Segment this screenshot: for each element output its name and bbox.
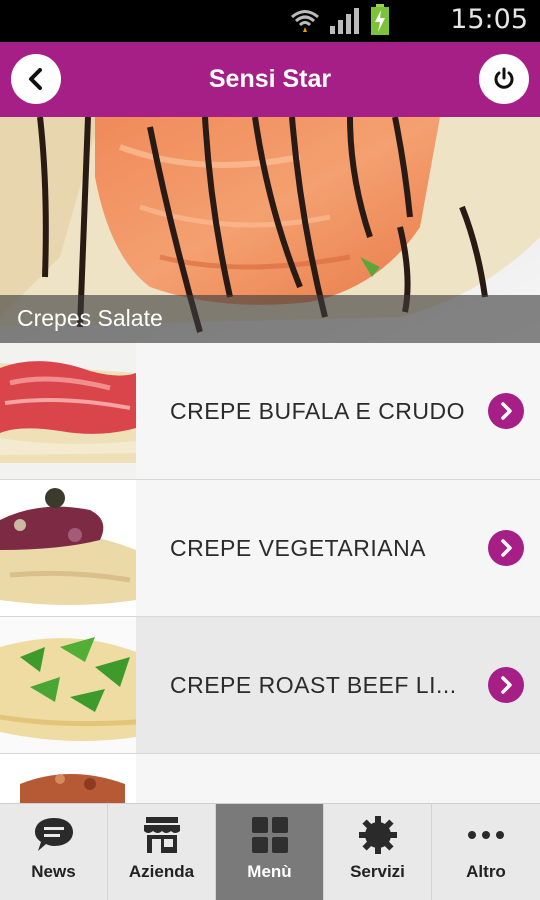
tab-menu[interactable]: Menù [216, 804, 324, 900]
list-item[interactable]: CREPE BUFALA E CRUDO [0, 343, 540, 480]
status-icons [290, 4, 390, 36]
item-title [170, 754, 475, 803]
tab-news[interactable]: News [0, 804, 108, 900]
grid-icon [251, 817, 288, 853]
list-item[interactable]: CREPE ROAST BEEF LI... [0, 617, 540, 754]
power-button[interactable] [479, 54, 529, 104]
store-icon [143, 817, 180, 853]
list-item[interactable] [0, 754, 540, 803]
clock: 15:05 [450, 4, 528, 35]
power-icon [494, 67, 514, 89]
item-title: CREPE ROAST BEEF LI... [170, 672, 457, 698]
tab-label: News [31, 862, 76, 881]
back-button[interactable] [11, 54, 61, 104]
tab-azienda[interactable]: Azienda [108, 804, 216, 900]
tab-label: Azienda [128, 862, 195, 881]
item-title: CREPE BUFALA E CRUDO [170, 398, 466, 424]
chevron-left-icon [29, 68, 42, 90]
menu-list: CREPE BUFALA E CRUDO CREPE VEGETARIANA C… [0, 343, 540, 803]
chat-bubble-icon [34, 818, 73, 851]
status-bar: 15:05 [0, 0, 540, 42]
crepe-roast-beef-thumbnail [0, 617, 136, 753]
category-title: Crepes Salate [17, 305, 163, 331]
chevron-right-icon[interactable] [488, 530, 524, 566]
tab-altro[interactable]: Altro [432, 804, 540, 900]
bottom-tab-bar: News Azienda Menù Servizi Altro [0, 803, 540, 900]
crepe-vegetariana-thumbnail [0, 480, 136, 616]
signal-icon [330, 8, 359, 34]
app-header: Sensi Star [0, 42, 540, 117]
more-dots-icon [468, 831, 504, 839]
list-item[interactable]: CREPE VEGETARIANA [0, 480, 540, 617]
tab-label: Menù [247, 862, 292, 881]
crepe-bufala-thumbnail [0, 343, 136, 479]
crepe-partial-thumbnail [0, 754, 136, 803]
app-screen: 15:05 Sensi Star Crepes Salate CREPE BUF… [0, 0, 540, 900]
chevron-right-icon[interactable] [488, 667, 524, 703]
chevron-right-icon[interactable] [488, 393, 524, 429]
tab-label: Servizi [350, 862, 405, 881]
tab-servizi[interactable]: Servizi [324, 804, 432, 900]
battery-icon [371, 4, 389, 35]
item-title: CREPE VEGETARIANA [170, 535, 427, 561]
banner-caption: Crepes Salate [0, 295, 540, 343]
category-banner[interactable]: Crepes Salate [0, 117, 540, 343]
gear-icon [358, 816, 397, 854]
tab-label: Altro [466, 862, 506, 881]
wifi-icon [291, 10, 319, 32]
page-title: Sensi Star [208, 65, 332, 93]
